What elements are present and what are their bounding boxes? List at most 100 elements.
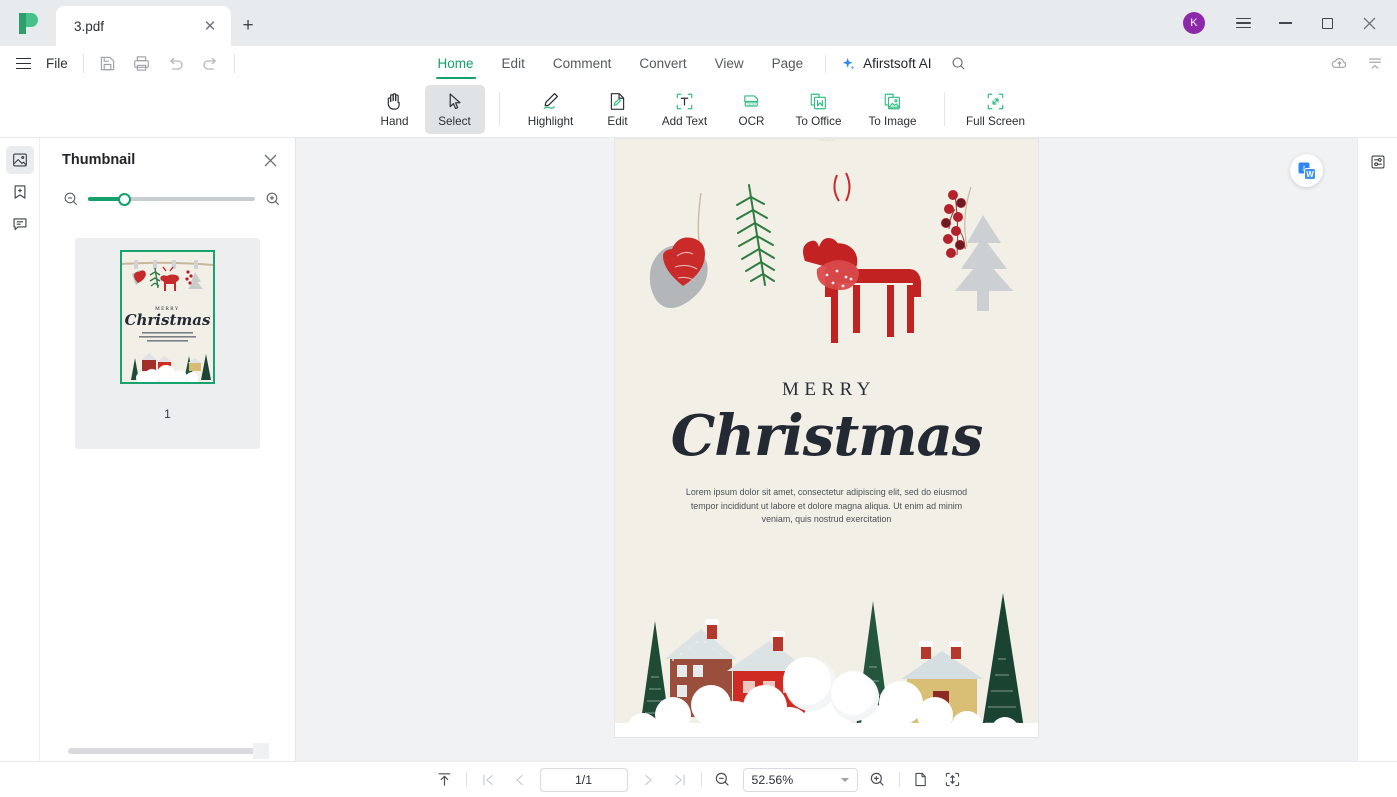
thumbnail-zoom-slider-row: [40, 182, 295, 212]
tool-highlight[interactable]: Highlight: [514, 85, 588, 134]
tab-convert[interactable]: Convert: [625, 46, 700, 81]
save-icon[interactable]: [91, 49, 125, 79]
horizontal-scrollbar[interactable]: [68, 748, 258, 754]
close-icon[interactable]: ✕: [199, 15, 221, 37]
document-tab[interactable]: 3.pdf ✕: [56, 6, 231, 46]
single-page-view-icon[interactable]: [905, 766, 937, 794]
page-indicator[interactable]: 1/1: [539, 767, 628, 792]
bookmark-add-icon[interactable]: [6, 178, 34, 206]
previous-page-icon[interactable]: [504, 766, 536, 794]
search-icon[interactable]: [943, 49, 973, 79]
ocr-icon: OCR: [741, 90, 762, 112]
collapse-ribbon-icon[interactable]: [1359, 48, 1391, 80]
print-icon[interactable]: [125, 49, 159, 79]
tool-label: To Office: [795, 115, 842, 128]
cloud-upload-icon[interactable]: [1323, 48, 1355, 80]
edit-page-icon: [607, 90, 628, 112]
thumbnail-zoom-slider[interactable]: [88, 191, 255, 207]
divider: [233, 54, 235, 73]
to-office-icon: [808, 90, 829, 112]
maximize-icon[interactable]: [1307, 3, 1347, 43]
avatar[interactable]: K: [1183, 12, 1205, 34]
thumbnail-item[interactable]: MERRY Christmas 1: [75, 238, 260, 449]
tool-label: Edit: [607, 115, 628, 128]
properties-panel-icon[interactable]: [1364, 148, 1392, 176]
divider: [943, 92, 945, 126]
card-heading-large: Christmas: [670, 403, 984, 469]
afirstsoft-ai-button[interactable]: Afirstsoft AI: [834, 56, 937, 72]
scroll-to-top-icon[interactable]: [429, 766, 461, 794]
divider: [465, 772, 467, 787]
tool-to-office[interactable]: To Office: [782, 85, 856, 134]
tool-add-text[interactable]: Add Text: [648, 85, 722, 134]
panel-resize-grip[interactable]: [253, 743, 269, 759]
title-bar: 3.pdf ✕ + K: [0, 0, 1397, 46]
tab-label: Page: [771, 56, 804, 71]
divider: [82, 54, 84, 73]
tab-page[interactable]: Page: [758, 46, 818, 81]
tool-label: Select: [438, 115, 471, 128]
tool-select[interactable]: Select: [424, 84, 485, 134]
zoom-in-icon[interactable]: [264, 191, 281, 208]
tool-full-screen[interactable]: Full Screen: [959, 85, 1033, 134]
tool-label: Add Text: [661, 115, 708, 128]
hand-icon: [384, 90, 405, 112]
ai-label: Afirstsoft AI: [863, 56, 932, 71]
tab-label: Edit: [501, 56, 525, 71]
main-toolbar: Hand Select Highlight Edit Add Text OCR …: [0, 81, 1397, 138]
svg-text:OCR: OCR: [747, 101, 756, 106]
hamburger-icon[interactable]: [8, 49, 38, 79]
snow-village-scene: [615, 557, 1038, 737]
full-screen-icon: [985, 90, 1006, 112]
close-icon[interactable]: [1349, 3, 1389, 43]
hamburger-icon[interactable]: [1223, 3, 1263, 43]
thumbnail-preview: MERRY Christmas: [120, 250, 215, 384]
next-page-icon[interactable]: [632, 766, 664, 794]
right-rail: [1357, 138, 1397, 761]
bottom-toolbar: 1/1 52.56%: [0, 761, 1397, 797]
tab-home[interactable]: Home: [424, 46, 488, 81]
svg-text:W: W: [1306, 170, 1314, 179]
page-indicator-value: 1/1: [574, 772, 593, 787]
first-page-icon[interactable]: [472, 766, 504, 794]
last-page-icon[interactable]: [664, 766, 696, 794]
pdf-page[interactable]: MERRY Christmas Lorem ipsum dolor sit am…: [615, 139, 1038, 737]
minimize-icon[interactable]: [1265, 3, 1305, 43]
zoom-in-icon[interactable]: [862, 766, 894, 794]
slider-handle[interactable]: [118, 192, 132, 206]
tab-view[interactable]: View: [701, 46, 758, 81]
redo-icon[interactable]: [193, 49, 227, 79]
thumbnail-panel-icon[interactable]: [5, 146, 34, 174]
thumbnail-list[interactable]: MERRY Christmas 1: [40, 212, 295, 761]
close-icon[interactable]: [259, 149, 281, 171]
plus-icon[interactable]: +: [231, 6, 265, 46]
tool-edit[interactable]: Edit: [588, 85, 648, 134]
tool-label: Hand: [380, 115, 409, 128]
cursor-arrow-icon: [444, 90, 465, 112]
fit-page-icon[interactable]: [937, 766, 969, 794]
ornaments-artwork: [817, 139, 836, 141]
pdf-to-word-icon[interactable]: ⇩ W: [1290, 154, 1323, 187]
zoom-out-icon[interactable]: [62, 191, 79, 208]
tool-ocr[interactable]: OCR OCR: [722, 85, 782, 134]
tool-label: Full Screen: [965, 115, 1026, 128]
tab-label: View: [714, 56, 744, 71]
tab-comment[interactable]: Comment: [539, 46, 626, 81]
tool-to-image[interactable]: To Image: [856, 85, 930, 134]
add-text-icon: [674, 90, 695, 112]
to-image-icon: [882, 90, 903, 112]
zoom-out-icon[interactable]: [707, 766, 739, 794]
left-rail: [0, 138, 40, 761]
zoom-level-select[interactable]: 52.56%: [742, 767, 858, 792]
document-viewer[interactable]: MERRY Christmas Lorem ipsum dolor sit am…: [296, 138, 1357, 761]
tab-edit[interactable]: Edit: [488, 46, 539, 81]
comment-panel-icon[interactable]: [6, 210, 34, 238]
app-logo: [0, 0, 56, 46]
undo-icon[interactable]: [159, 49, 193, 79]
chevron-down-icon: [840, 777, 849, 782]
tool-hand[interactable]: Hand: [365, 85, 425, 134]
hanging-ornaments: [649, 172, 1013, 343]
window-controls: K: [1183, 0, 1389, 46]
card-text-block: MERRY Christmas Lorem ipsum dolor sit am…: [615, 379, 1038, 527]
file-menu[interactable]: File: [38, 56, 76, 71]
